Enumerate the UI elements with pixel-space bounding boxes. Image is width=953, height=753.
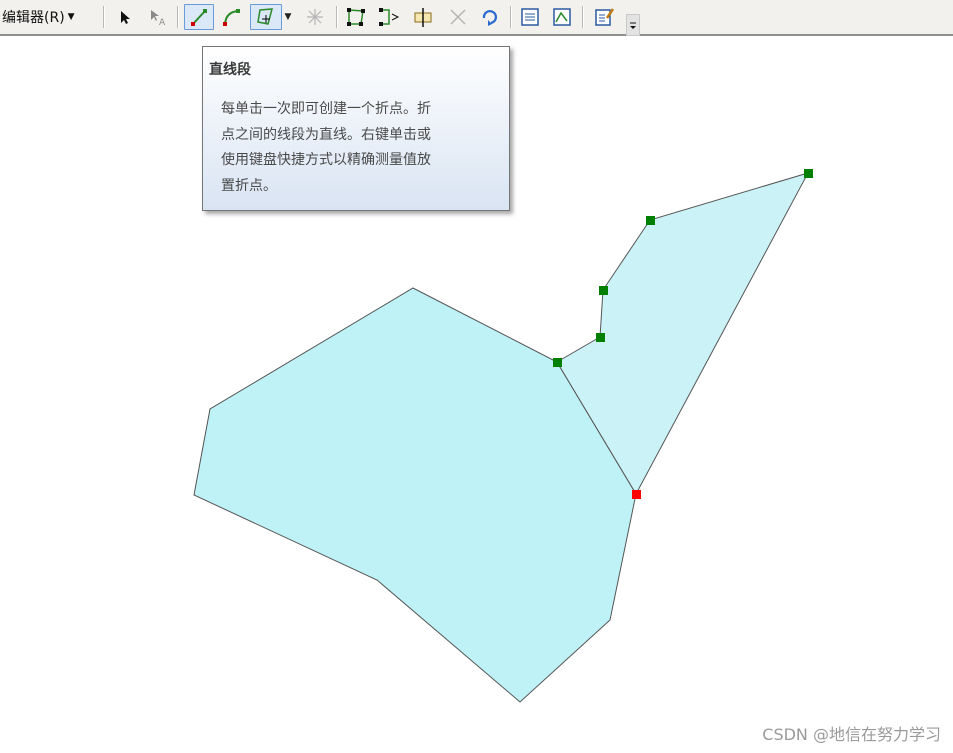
tooltip-description: 每单击一次即可创建一个折点。折 点之间的线段为直线。右键单击或 使用键盘快捷方式… (221, 97, 493, 199)
cut-polygons-button[interactable] (303, 4, 327, 30)
annotation-edit-tool-icon: A (151, 10, 166, 27)
edit-vertices-icon (347, 8, 365, 26)
current-sketch-vertex[interactable] (632, 490, 641, 499)
toolbar-separator (582, 6, 584, 28)
toolbar-separator (336, 6, 338, 28)
arc-segment-icon (223, 9, 240, 26)
tooltip: 直线段 每单击一次即可创建一个折点。折 点之间的线段为直线。右键单击或 使用键盘… (202, 46, 510, 211)
editor-menu-label: 编辑器(R) (2, 10, 65, 26)
toolbar-options-icon (630, 22, 636, 29)
tooltip-line: 使用键盘快捷方式以精确测量值放 (221, 152, 431, 169)
chevron-down-icon: ▼ (67, 12, 75, 22)
tooltip-title: 直线段 (209, 62, 251, 78)
construction-tools-icon (257, 8, 273, 25)
editor-toolbar: 编辑器(R) ▼ A ▼ (0, 0, 953, 36)
straight-segment-icon (191, 9, 207, 26)
arc-segment-button[interactable] (220, 4, 244, 30)
svg-text:A: A (159, 18, 166, 27)
toolbar-separator (510, 6, 512, 28)
intersection-icon (450, 9, 466, 25)
sketch-vertex[interactable] (804, 169, 813, 178)
annotation-edit-tool-button[interactable]: A (145, 4, 169, 30)
intersection-button[interactable] (446, 4, 470, 30)
reshape-feature-icon (379, 8, 400, 26)
sketch-vertex[interactable] (596, 333, 605, 342)
construction-tools-button[interactable] (250, 4, 282, 30)
attributes-button[interactable] (518, 4, 542, 30)
construction-tools-dropdown[interactable]: ▼ (283, 4, 293, 30)
straight-segment-button[interactable] (184, 4, 214, 30)
tooltip-line: 每单击一次即可创建一个折点。折 (221, 101, 431, 117)
split-tool-icon (414, 8, 432, 27)
rotate-tool-button[interactable] (477, 4, 501, 30)
chevron-down-icon: ▼ (284, 12, 292, 22)
tooltip-line: 点之间的线段为直线。右键单击或 (221, 126, 431, 143)
rotate-tool-icon (482, 10, 498, 26)
toolbar-options-button[interactable] (626, 14, 640, 36)
sketch-vertex[interactable] (553, 358, 562, 367)
existing-polygon[interactable] (193, 287, 637, 703)
toolbar-separator (177, 6, 179, 28)
split-tool-button[interactable] (411, 4, 435, 30)
sketch-vertex[interactable] (599, 286, 608, 295)
cut-polygons-tool-icon (307, 9, 323, 25)
edit-vertices-button[interactable] (344, 4, 368, 30)
toolbar-separator (103, 6, 105, 28)
tooltip-line: 置折点。 (221, 177, 277, 194)
edit-tool-arrow-icon (121, 11, 130, 24)
reshape-feature-button[interactable] (377, 4, 401, 30)
sketch-properties-button[interactable] (550, 4, 574, 30)
sketch-properties-icon (553, 8, 571, 26)
sketch-vertex[interactable] (646, 216, 655, 225)
edit-tool-button[interactable] (113, 4, 137, 30)
editor-menu[interactable]: 编辑器(R) ▼ (2, 4, 98, 30)
create-features-icon (595, 8, 615, 26)
attributes-icon (521, 8, 539, 26)
watermark: CSDN @地信在努力学习 (762, 725, 941, 744)
create-features-button[interactable] (592, 4, 616, 30)
